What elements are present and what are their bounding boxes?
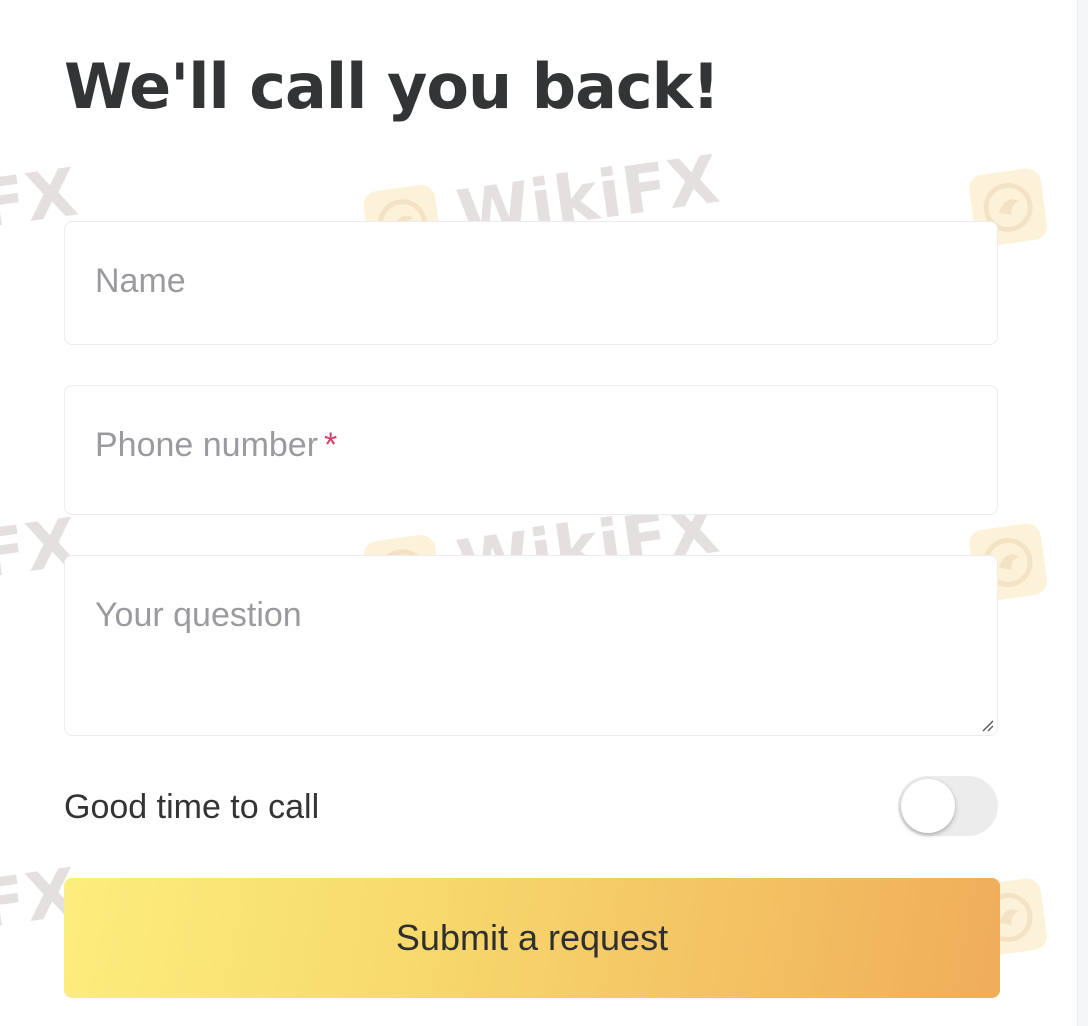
name-placeholder: Name: [95, 262, 186, 300]
required-asterisk: *: [324, 426, 338, 464]
resize-handle-icon[interactable]: [980, 718, 994, 732]
page-title: We'll call you back!: [64, 50, 720, 123]
scrollbar[interactable]: [1077, 0, 1088, 1026]
good-time-to-call-label: Good time to call: [64, 788, 320, 826]
submit-button-label: Submit a request: [395, 917, 669, 958]
question-textarea[interactable]: Your question: [64, 555, 998, 736]
submit-request-button[interactable]: Submit a request: [64, 878, 1000, 998]
toggle-knob: [901, 779, 955, 833]
name-field[interactable]: Name: [64, 221, 998, 345]
question-placeholder: Your question: [95, 596, 302, 634]
phone-placeholder: Phone number *: [95, 426, 337, 465]
phone-placeholder-text: Phone number: [95, 426, 319, 464]
callback-form-page: FX WikiFX FX WikiFX FX We'll call you ba…: [0, 0, 1088, 1026]
good-time-to-call-toggle[interactable]: [898, 776, 998, 836]
phone-number-field[interactable]: Phone number *: [64, 385, 998, 515]
